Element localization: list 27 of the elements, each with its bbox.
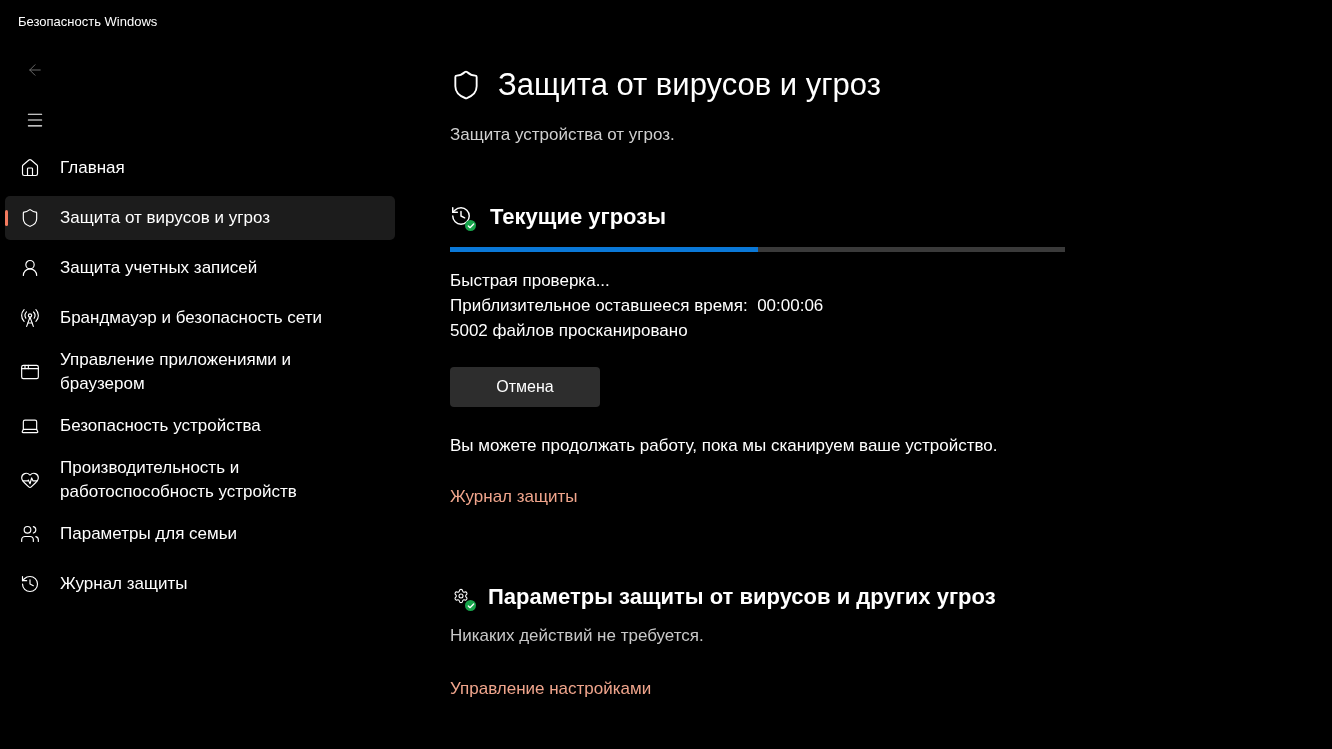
page-title: Защита от вирусов и угроз [498, 65, 881, 104]
section-heading: Текущие угрозы [490, 202, 666, 231]
scan-note: Вы можете продолжать работу, пока мы сканируем ваше устройство. [450, 434, 998, 457]
sidebar-item[interactable]: Брандмауэр и безопасность сети [5, 295, 395, 340]
window-title: Безопасность Windows [17, 13, 159, 31]
sidebar-item[interactable]: Производительность и работоспособность устройств [5, 453, 395, 506]
page-subtitle: Защита устройства от угроз. [450, 124, 675, 146]
protection-history-link[interactable]: Журнал защиты [450, 484, 578, 510]
manage-settings-link[interactable]: Управление настройками [450, 676, 652, 702]
history-icon [19, 573, 41, 594]
scan-status-text: Приблизительное оставшееся время: 00:00:06 [450, 294, 824, 317]
home-icon [19, 157, 41, 178]
antenna-icon [19, 307, 41, 328]
cancel-button[interactable]: Отмена [450, 366, 600, 407]
sidebar-item[interactable]: Параметры для семьи [5, 511, 395, 556]
section-heading: Параметры защиты от вирусов и других угроз [488, 582, 996, 611]
sidebar-item[interactable]: Главная [5, 145, 395, 190]
sidebar-item[interactable]: Управление приложениями и браузером [5, 345, 395, 398]
sidebar-item[interactable]: Безопасность устройства [5, 403, 395, 448]
sidebar-item[interactable]: Защита от вирусов и угроз [5, 195, 395, 240]
settings-status: Никаких действий не требуется. [450, 624, 704, 647]
scan-status-text: Быстрая проверка... [450, 269, 610, 292]
people-icon [19, 523, 41, 544]
sidebar-item[interactable]: Защита учетных записей [5, 245, 395, 290]
sidebar-item[interactable]: Журнал защиты [5, 561, 395, 606]
selection-indicator [5, 209, 8, 226]
scan-status-text: 5002 файлов просканировано [450, 319, 688, 342]
